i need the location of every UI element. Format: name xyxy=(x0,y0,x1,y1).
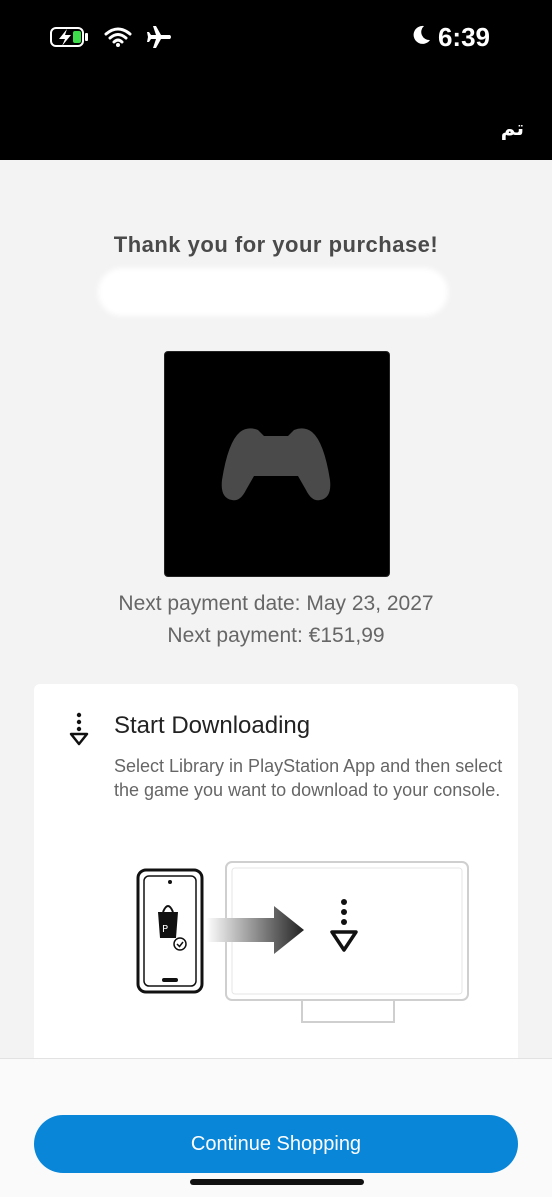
status-icons-right: 6:39 xyxy=(410,22,490,53)
wifi-icon xyxy=(104,26,132,53)
bottom-bar: Continue Shopping xyxy=(0,1058,552,1197)
next-payment-amount: Next payment: €151,99 xyxy=(167,624,385,647)
download-illustration: P xyxy=(136,861,469,1023)
status-icons-left xyxy=(50,24,172,55)
next-payment-date: Next payment date: May 23, 2027 xyxy=(118,592,434,615)
gamepad-icon xyxy=(221,428,331,501)
product-image xyxy=(164,351,390,577)
status-bar: 6:39 تم xyxy=(0,0,552,160)
download-card: Start Downloading Select Library in Play… xyxy=(34,684,518,1104)
done-button[interactable]: تم xyxy=(501,116,524,140)
status-time: 6:39 xyxy=(437,22,490,52)
thank-you-title: Thank you for your purchase! xyxy=(113,232,439,257)
battery-charging-icon xyxy=(50,26,90,53)
svg-text:P: P xyxy=(162,924,168,935)
download-card-title: Start Downloading xyxy=(114,712,311,739)
home-indicator[interactable] xyxy=(190,1179,364,1185)
download-card-description: Select Library in PlayStation App and th… xyxy=(114,756,503,800)
download-arrow-icon xyxy=(68,712,90,751)
continue-shopping-button[interactable]: Continue Shopping xyxy=(34,1115,518,1173)
moon-icon xyxy=(410,22,432,53)
airplane-icon xyxy=(146,24,172,55)
redacted-text xyxy=(98,268,448,316)
